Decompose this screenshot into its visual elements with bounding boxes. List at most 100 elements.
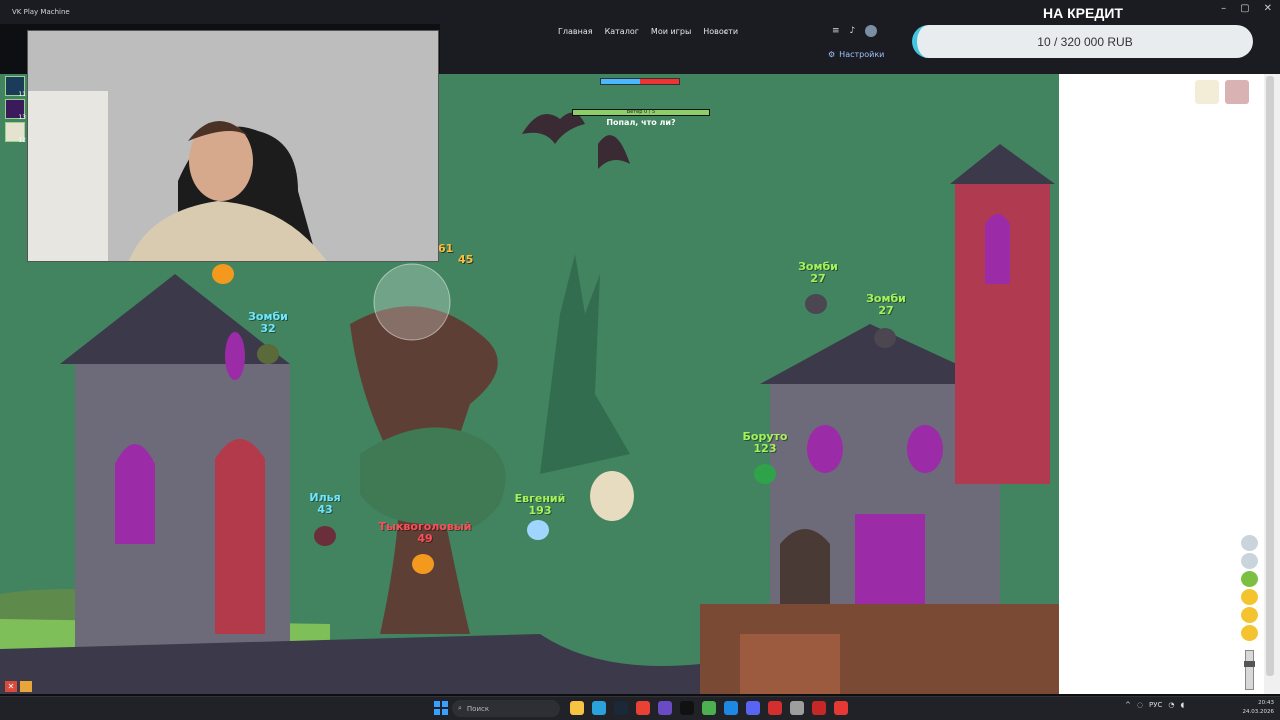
worm-label-pumpkin: Тыквоголовый 49 bbox=[374, 521, 476, 545]
maximize-button[interactable]: ▢ bbox=[1240, 3, 1249, 14]
worm-zombie-1[interactable] bbox=[257, 344, 279, 364]
worm-hp: 49 bbox=[417, 532, 433, 545]
worm-evgeniy[interactable] bbox=[527, 520, 549, 540]
file-explorer-icon[interactable] bbox=[570, 701, 584, 715]
worm-pumpkin[interactable] bbox=[412, 554, 434, 574]
taskbar-apps bbox=[570, 701, 848, 715]
worm-label-zombie-2: Зомби 27 bbox=[790, 261, 846, 285]
webcam-shelf bbox=[28, 91, 108, 261]
chapel-round-window bbox=[225, 332, 245, 380]
nav-link-news[interactable]: Новости bbox=[703, 27, 738, 36]
turn-message: Попал, что ли? bbox=[606, 118, 676, 127]
porch-stairs bbox=[740, 634, 840, 694]
worm-hp: 123 bbox=[753, 442, 777, 455]
mansion-window-right bbox=[907, 425, 943, 473]
windows-start-icon[interactable] bbox=[434, 701, 448, 715]
telegram-icon[interactable] bbox=[592, 701, 606, 715]
chevron-up-icon[interactable]: ^ bbox=[1125, 701, 1131, 709]
worm-label-evgeniy: Евгений 193 bbox=[508, 493, 572, 517]
game-bottom-left-buttons: ✕ bbox=[5, 681, 32, 692]
worm-boruto[interactable] bbox=[754, 464, 776, 484]
app-icon[interactable] bbox=[724, 701, 738, 715]
settings-link[interactable]: ⚙ Настройки bbox=[828, 50, 884, 59]
nav-link-home[interactable]: Главная bbox=[558, 27, 593, 36]
worm-label-ilya: Илья 43 bbox=[300, 492, 350, 516]
app-icon[interactable] bbox=[834, 701, 848, 715]
minimize-button[interactable]: – bbox=[1221, 3, 1226, 14]
app-icon[interactable] bbox=[812, 701, 826, 715]
worm-ilya[interactable] bbox=[314, 526, 336, 546]
wifi-icon[interactable]: ◔ bbox=[1168, 701, 1174, 709]
game-side-icons bbox=[1241, 535, 1258, 641]
worm-hp: 27 bbox=[810, 272, 826, 285]
network-icon[interactable]: ◌ bbox=[1137, 701, 1143, 709]
chapel-door bbox=[215, 439, 265, 634]
worm-zombie-2[interactable] bbox=[805, 294, 827, 314]
search-icon: ⌕ bbox=[458, 704, 462, 712]
right-panel bbox=[1059, 74, 1264, 694]
aim-circle bbox=[373, 263, 451, 341]
chrome-icon[interactable] bbox=[636, 701, 650, 715]
team-tile-count: 13 bbox=[18, 114, 26, 121]
team-tile-count: 12 bbox=[18, 137, 26, 144]
wallet-icon[interactable]: ≡ bbox=[832, 26, 840, 36]
team-health-bar bbox=[600, 78, 680, 85]
team-minipanel: 11 13 12 bbox=[5, 76, 27, 146]
avatar[interactable] bbox=[865, 25, 878, 37]
clock-date: 24.03.2026 bbox=[1242, 709, 1275, 715]
box-icon[interactable] bbox=[1241, 553, 1258, 569]
nav-link-catalog[interactable]: Каталог bbox=[605, 27, 639, 36]
lang-indicator[interactable]: РУС bbox=[1149, 701, 1162, 709]
mansion-window-left bbox=[807, 425, 843, 473]
worm-zombie-3[interactable] bbox=[874, 328, 896, 348]
chat-icon[interactable] bbox=[20, 681, 32, 692]
minus-icon[interactable] bbox=[1241, 625, 1258, 641]
shop-icon[interactable] bbox=[1225, 80, 1249, 104]
taskbar-clock[interactable]: 20:43 24.03.2026 bbox=[1238, 699, 1275, 717]
credit-progress-text: 10 / 320 000 RUB bbox=[1037, 34, 1133, 49]
volume-icon[interactable]: ◖ bbox=[1180, 701, 1184, 709]
map-icon[interactable] bbox=[1195, 80, 1219, 104]
settings-icon[interactable] bbox=[790, 701, 804, 715]
mansion-boarded-window bbox=[855, 514, 925, 604]
webcam-scene bbox=[28, 31, 438, 261]
worm-hp: 43 bbox=[317, 503, 333, 516]
worm-hp: 27 bbox=[878, 304, 894, 317]
discord-icon[interactable] bbox=[746, 701, 760, 715]
screenshot-icon[interactable] bbox=[1241, 535, 1258, 551]
app-icon[interactable] bbox=[768, 701, 782, 715]
search-icon[interactable]: ⌕ bbox=[724, 27, 728, 37]
team-tile-1[interactable]: 11 bbox=[5, 76, 26, 98]
close-icon[interactable]: ✕ bbox=[5, 681, 17, 692]
zoom-slider[interactable] bbox=[1244, 650, 1255, 690]
skull-lantern bbox=[590, 471, 634, 521]
damage-number-1: 61 bbox=[438, 242, 454, 255]
team-tile-2[interactable]: 13 bbox=[5, 99, 26, 121]
taskbar-search[interactable]: ⌕ Поиск bbox=[452, 700, 560, 717]
plus-icon[interactable] bbox=[1241, 607, 1258, 623]
team-tile-3[interactable]: 12 bbox=[5, 122, 26, 144]
coin-icon[interactable] bbox=[1241, 589, 1258, 605]
nav-icons: ≡ ♪ bbox=[832, 25, 878, 37]
worm-label-zombie-3: Зомби 27 bbox=[858, 293, 914, 317]
worm-label-zombie-1: Зомби 32 bbox=[240, 311, 296, 335]
settings-label: Настройки bbox=[839, 50, 885, 59]
scrollbar-thumb[interactable] bbox=[1266, 76, 1274, 676]
nav-links: Главная Каталог Мои игры Новости bbox=[558, 27, 738, 36]
help-icon[interactable] bbox=[1241, 571, 1258, 587]
nav-link-my-games[interactable]: Мои игры bbox=[651, 27, 691, 36]
chapel-window-left bbox=[115, 444, 155, 544]
cross-horizontal bbox=[560, 402, 586, 408]
steam-icon[interactable] bbox=[614, 701, 628, 715]
credit-title: НА КРЕДИТ bbox=[1043, 5, 1123, 21]
clock-time: 20:43 bbox=[1258, 700, 1274, 706]
close-button[interactable]: ✕ bbox=[1264, 3, 1272, 14]
bell-icon[interactable]: ♪ bbox=[850, 26, 856, 36]
taskbar: ⌕ Поиск ^ ◌ РУС ◔ ◖ 20:43 24.03.2026 bbox=[0, 696, 1280, 720]
app-icon[interactable] bbox=[680, 701, 694, 715]
taskbar-search-placeholder: Поиск bbox=[466, 704, 490, 713]
game-top-right-icons bbox=[1195, 80, 1249, 104]
obs-icon[interactable] bbox=[658, 701, 672, 715]
app-icon[interactable] bbox=[702, 701, 716, 715]
webcam-overlay bbox=[27, 30, 439, 262]
